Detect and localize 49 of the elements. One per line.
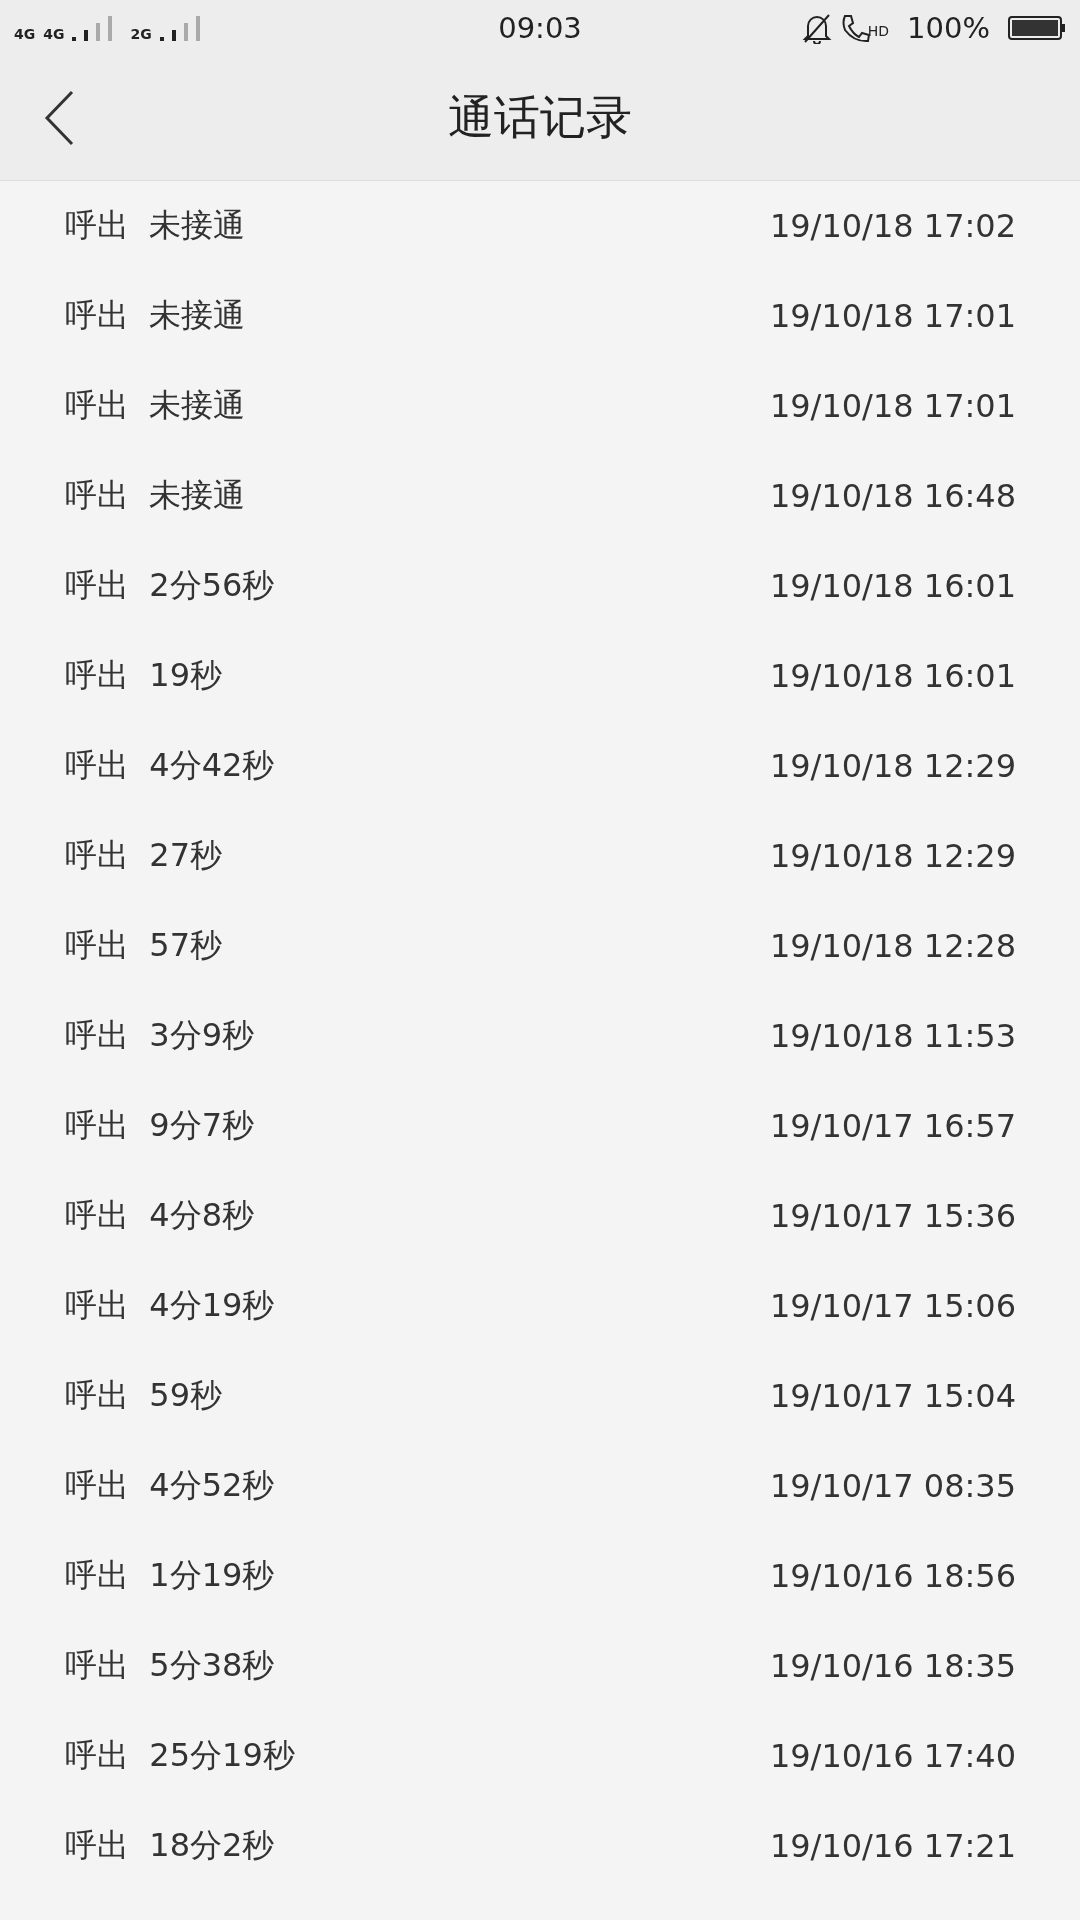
call-summary: 呼出 2分56秒 [65,565,275,606]
call-time: 19/10/16 17:40 [769,1737,1016,1775]
call-summary: 呼出 19秒 [65,655,223,696]
call-summary: 呼出 18分2秒 [65,1825,275,1866]
call-time: 19/10/18 16:48 [769,477,1016,515]
call-time: 19/10/18 12:29 [769,837,1016,875]
call-time: 19/10/17 15:04 [769,1377,1016,1415]
call-time: 19/10/16 17:21 [769,1827,1016,1865]
call-summary: 呼出 9分7秒 [65,1105,255,1146]
call-summary: 呼出 25分19秒 [65,1735,295,1776]
call-summary: 呼出 4分19秒 [65,1285,275,1326]
call-summary: 呼出 4分42秒 [65,745,275,786]
page-title: 通话记录 [448,89,632,146]
call-summary: 呼出 59秒 [65,1375,223,1416]
call-summary: 呼出 未接通 [65,475,246,516]
call-time: 19/10/18 16:01 [769,657,1016,695]
call-time: 19/10/16 18:56 [769,1557,1016,1595]
network-label: 4G [14,27,36,41]
network-label: 2G [130,27,152,41]
call-summary: 呼出 1分19秒 [65,1555,275,1596]
battery-percent: 100% [907,11,990,45]
call-summary: 呼出 3分9秒 [65,1015,255,1056]
call-summary: 呼出 4分52秒 [65,1465,275,1506]
call-summary: 呼出 未接通 [65,385,246,426]
call-summary: 呼出 未接通 [65,295,246,336]
back-icon [44,90,74,146]
call-summary: 呼出 27秒 [65,835,223,876]
battery-icon [1008,16,1066,40]
call-summary: 呼出 5分38秒 [65,1645,275,1686]
call-time: 19/10/16 18:35 [769,1647,1016,1685]
call-time: 19/10/17 16:57 [769,1107,1016,1145]
call-time: 19/10/17 15:06 [769,1287,1016,1325]
call-time: 19/10/18 12:29 [769,747,1016,785]
network-label: 4G [43,27,65,41]
call-summary: 呼出 未接通 [65,205,246,246]
clock: 09:03 [498,11,582,45]
phone-icon [839,12,870,44]
call-time: 19/10/17 15:36 [769,1197,1016,1235]
call-time: 19/10/17 08:35 [769,1467,1016,1505]
call-time: 19/10/18 17:02 [769,207,1016,245]
call-time: 19/10/18 12:28 [769,927,1016,965]
bell-muted-icon [801,12,832,44]
call-summary: 呼出 57秒 [65,925,223,966]
call-time: 19/10/18 16:01 [769,567,1016,605]
call-time: 19/10/18 17:01 [769,387,1016,425]
call-time: 19/10/18 11:53 [769,1017,1016,1055]
call-summary: 呼出 4分8秒 [65,1195,255,1236]
call-time: 19/10/18 17:01 [769,297,1016,335]
hd-label: HD [867,23,890,39]
